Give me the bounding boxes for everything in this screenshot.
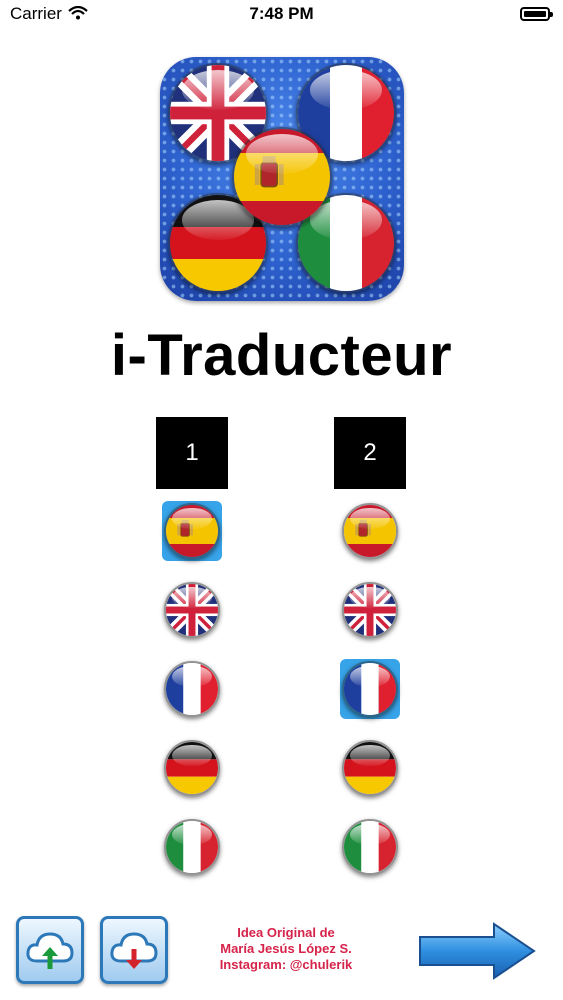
source-uk-button[interactable] — [162, 580, 222, 640]
target-france-button[interactable] — [340, 659, 400, 719]
germany-flag-icon — [342, 740, 398, 796]
target-italy-button[interactable] — [340, 817, 400, 877]
source-germany-button[interactable] — [162, 738, 222, 798]
source-france-button[interactable] — [162, 659, 222, 719]
uk-flag-icon — [164, 582, 220, 638]
source-spain-button[interactable] — [162, 501, 222, 561]
upload-button[interactable] — [16, 916, 84, 984]
arrow-right-icon — [419, 922, 536, 980]
cloud-upload-icon — [26, 932, 74, 969]
status-time: 7:48 PM — [249, 4, 314, 23]
spain-flag-icon — [342, 503, 398, 559]
credit-line-1: Idea Original de — [237, 925, 335, 940]
italy-flag-icon — [342, 819, 398, 875]
uk-flag-icon — [342, 582, 398, 638]
target-uk-button[interactable] — [340, 580, 400, 640]
target-spain-button[interactable] — [340, 501, 400, 561]
app-title: i-Traducteur — [110, 323, 453, 388]
italy-flag-icon — [164, 819, 220, 875]
credits: Idea Original de María Jesús López S. In… — [196, 925, 376, 973]
target-germany-button[interactable] — [340, 738, 400, 798]
credit-line-2: María Jesús López S. — [220, 941, 352, 956]
cloud-download-icon — [110, 932, 158, 969]
battery-icon — [520, 7, 553, 21]
germany-flag-icon — [164, 740, 220, 796]
next-button[interactable] — [418, 921, 538, 986]
credit-line-3: Instagram: @chulerik — [219, 957, 353, 972]
download-button[interactable] — [100, 916, 168, 984]
source-language-header: 1 — [156, 417, 228, 489]
spain-flag-icon — [164, 503, 220, 559]
app-logo-icon — [160, 57, 404, 301]
spain-flag-icon — [232, 127, 332, 227]
source-italy-button[interactable] — [162, 817, 222, 877]
target-language-header: 2 — [334, 417, 406, 489]
france-flag-icon — [342, 661, 398, 717]
status-bar: Carrier 7:48 PM — [0, 0, 563, 30]
france-flag-icon — [164, 661, 220, 717]
